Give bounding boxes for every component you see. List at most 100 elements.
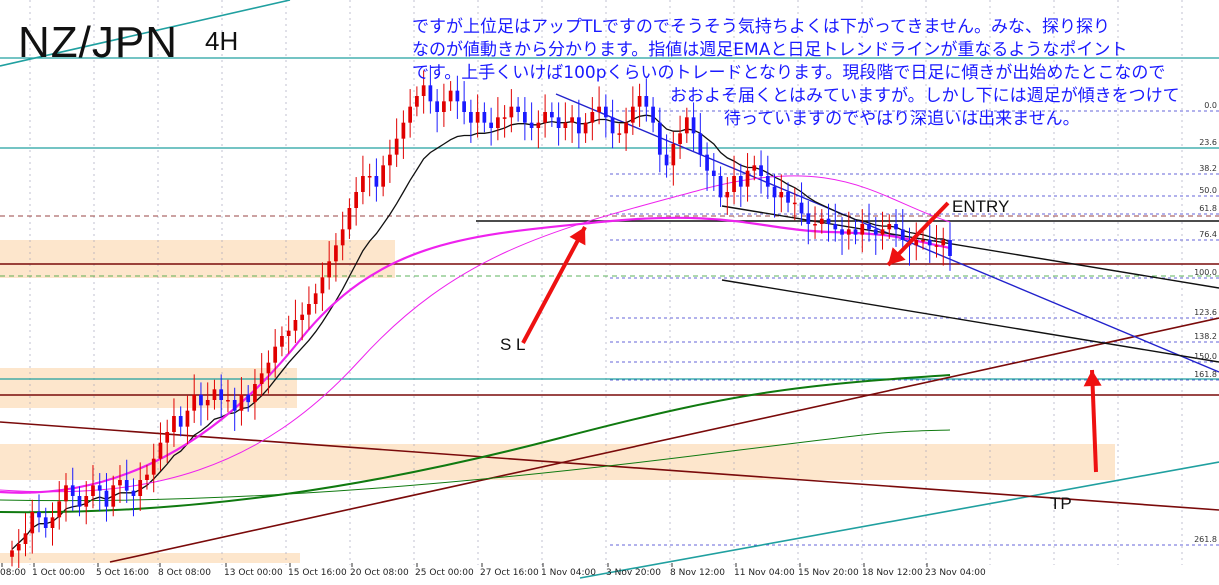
candle-134 (914, 240, 919, 246)
ema-fast (11, 114, 951, 550)
moving-averages (0, 114, 951, 550)
x-tick-6: 20 Oct 08:00 (350, 568, 409, 578)
candle-47 (327, 261, 332, 278)
fib-label-8: 138.2 (1194, 332, 1217, 341)
fib-label-2: 38.2 (1199, 164, 1217, 173)
candle-139 (948, 240, 952, 256)
candle-119 (813, 224, 817, 226)
candle-102 (698, 133, 703, 155)
candle-18 (131, 490, 136, 496)
candle-43 (300, 314, 305, 320)
tp-label: TP (1050, 494, 1072, 513)
candle-123 (840, 229, 844, 235)
tp-arrow-head (1083, 370, 1102, 387)
candle-114 (779, 192, 784, 198)
candle-99 (678, 133, 682, 144)
candle-39 (273, 346, 278, 363)
candle-55 (381, 165, 386, 187)
candle-6 (50, 517, 55, 528)
fib-label-3: 50.0 (1199, 186, 1217, 195)
candle-31 (219, 389, 224, 400)
candle-10 (77, 496, 82, 507)
candle-57 (394, 138, 399, 155)
candle-25 (178, 416, 183, 427)
candle-120 (819, 218, 824, 224)
zone-1 (0, 368, 297, 408)
candle-45 (313, 293, 318, 304)
chart-title-pair: NZ/JPN (18, 18, 178, 67)
fib-label-9: 150.0 (1194, 352, 1217, 361)
fib-label-6: 100.0 (1194, 268, 1217, 277)
candle-28 (199, 394, 203, 406)
candle-137 (934, 245, 939, 247)
channel-bottom (721, 279, 1219, 363)
x-tick-3: 8 Oct 08:00 (158, 568, 211, 578)
candle-54 (374, 176, 379, 187)
candle-98 (671, 144, 676, 166)
candle-41 (286, 330, 291, 336)
x-tick-7: 25 Oct 00:00 (415, 568, 474, 578)
candle-52 (361, 176, 365, 192)
candle-106 (725, 192, 730, 198)
candle-26 (185, 410, 190, 427)
candle-42 (293, 320, 298, 331)
candle-23 (165, 432, 170, 443)
candle-58 (401, 122, 406, 139)
fib-label-0: 0.0 (1204, 101, 1217, 110)
candle-12 (91, 485, 95, 496)
candle-118 (806, 213, 811, 224)
candle-56 (388, 154, 392, 166)
candle-107 (732, 176, 736, 192)
candle-7 (57, 501, 62, 518)
x-tick-11: 8 Nov 12:00 (670, 568, 725, 578)
candle-51 (354, 192, 359, 208)
x-tick-4: 13 Oct 00:00 (224, 568, 283, 578)
candle-33 (232, 400, 237, 411)
fib-label-7: 123.6 (1194, 308, 1217, 317)
candle-97 (664, 154, 669, 166)
x-tick-5: 15 Oct 16:00 (288, 568, 347, 578)
annotation-arrows (521, 201, 1102, 473)
candle-138 (941, 240, 946, 246)
candle-34 (239, 394, 244, 411)
candle-105 (718, 176, 723, 198)
x-tick-15: 23 Nov 04:00 (925, 568, 986, 578)
candle-115 (786, 192, 790, 203)
comment-line-5: 待っていますのでやはり深追いは出来ません。 (724, 109, 1080, 129)
fib-label-5: 76.4 (1199, 230, 1217, 239)
candle-46 (320, 277, 325, 294)
candle-122 (833, 224, 838, 230)
candles (10, 65, 952, 568)
fib-label-1: 23.6 (1199, 138, 1217, 147)
sl-label: S L (500, 335, 526, 354)
fib-label-11: 261.8 (1194, 535, 1217, 544)
fib-label-4: 61.8 (1199, 204, 1217, 213)
candle-124 (846, 229, 851, 235)
candle-9 (70, 485, 75, 496)
candle-5 (43, 517, 48, 528)
candle-4 (37, 512, 41, 518)
candle-117 (799, 202, 804, 214)
entry-label: ENTRY (952, 197, 1010, 216)
x-tick-12: 11 Nov 04:00 (734, 568, 795, 578)
candle-35 (246, 394, 251, 403)
candle-17 (124, 480, 129, 491)
candle-112 (765, 176, 770, 187)
candle-131 (894, 224, 898, 230)
candle-1 (16, 544, 21, 551)
fib-label-10: 161.8 (1194, 370, 1217, 379)
candle-20 (145, 474, 149, 480)
candle-53 (367, 176, 372, 178)
candle-129 (880, 229, 885, 235)
x-tick-2: 5 Oct 16:00 (96, 568, 149, 578)
candle-27 (192, 394, 197, 411)
candle-22 (158, 442, 163, 459)
candle-135 (921, 240, 925, 242)
candle-29 (205, 400, 210, 406)
candle-108 (738, 176, 743, 187)
candle-38 (266, 362, 271, 374)
candle-130 (887, 224, 892, 230)
candle-30 (212, 389, 217, 400)
candle-11 (84, 496, 89, 507)
comment-line-3: です。上手くいけば100pくらいのトレードとなります。現段階で日足に傾きが出始め… (412, 63, 1166, 83)
